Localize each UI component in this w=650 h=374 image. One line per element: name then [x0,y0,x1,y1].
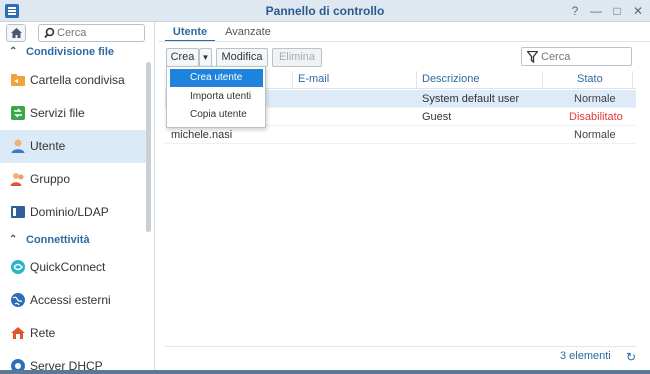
file-services-icon [11,106,25,120]
sidebar-search-input[interactable] [57,26,142,40]
globe-icon [11,293,25,307]
sidebar-search[interactable] [38,24,145,42]
delete-button[interactable]: Elimina [272,48,322,67]
sidebar-item-label: Accessi esterni [30,293,111,307]
search-icon [44,27,55,39]
section-file-sharing[interactable]: ⌃ Condivisione file [0,42,148,62]
column-separator [632,71,633,89]
menu-item-import-users[interactable]: Importa utenti [170,88,263,106]
tab-advanced[interactable]: Avanzate [223,22,273,42]
sidebar-item-label: QuickConnect [30,260,106,274]
refresh-icon[interactable]: ↻ [626,350,636,364]
sidebar-item-shared-folder[interactable]: Cartella condivisa [0,64,146,97]
sidebar-item-file-services[interactable]: Servizi file [0,97,146,130]
home-button[interactable] [6,24,26,42]
maximize-icon[interactable]: □ [609,3,625,19]
tab-divider [158,41,650,42]
help-icon[interactable]: ? [567,3,583,19]
menu-item-create-user[interactable]: Crea utente [170,69,263,87]
create-dropdown-button[interactable]: ▼ [199,48,212,67]
column-separator [416,71,417,89]
cell-description: System default user [422,93,520,105]
table-row[interactable]: michele.nasi Normale [165,126,636,144]
cell-status: Normale [574,93,616,105]
cell-status: Normale [574,129,616,141]
section-connectivity[interactable]: ⌃ Connettività [0,230,148,250]
chevron-up-icon: ⌃ [9,234,18,245]
sidebar: ⌃ Condivisione file Cartella condivisa S… [0,22,155,374]
sidebar-item-user[interactable]: Utente [0,130,146,163]
sidebar-item-quickconnect[interactable]: QuickConnect [0,251,146,284]
column-email[interactable]: E-mail [298,73,329,85]
column-status[interactable]: Stato [577,73,603,85]
section-label: Condivisione file [26,46,115,58]
footer-divider [165,346,636,347]
group-icon [10,173,24,186]
cell-status: Disabilitato [569,111,623,123]
chevron-up-icon: ⌃ [9,46,18,57]
window-title: Pannello di controllo [265,4,385,18]
caret-down-icon: ▼ [201,53,210,62]
bottom-bar [0,370,650,374]
column-separator [542,71,543,89]
filter-search[interactable] [521,47,632,66]
sidebar-item-domain-ldap[interactable]: Dominio/LDAP [0,196,146,229]
folder-share-icon [11,74,25,86]
sidebar-item-group[interactable]: Gruppo [0,163,146,196]
close-icon[interactable]: ✕ [630,3,646,19]
sidebar-item-network[interactable]: Rete [0,317,146,350]
sidebar-item-label: Rete [30,326,56,340]
sidebar-item-label: Utente [30,139,66,153]
cell-description: Guest [422,111,452,123]
filter-search-input[interactable] [541,50,629,64]
user-icon [11,139,25,153]
sidebar-item-label: Servizi file [30,106,85,120]
quickconnect-icon [11,260,25,274]
sidebar-scrollbar[interactable] [146,62,151,232]
column-separator [292,71,293,89]
menu-item-copy-user[interactable]: Copia utente [170,106,263,124]
section-label: Connettività [26,234,90,246]
sidebar-item-label: Gruppo [30,172,71,186]
sidebar-item-external-access[interactable]: Accessi esterni [0,284,146,317]
edit-button[interactable]: Modifica [216,48,268,67]
pin-icon[interactable]: — [588,3,604,19]
item-count: 3 elementi [560,350,611,362]
sidebar-item-label: Dominio/LDAP [30,205,109,219]
filter-icon [527,51,538,63]
title-bar: Pannello di controllo ? — □ ✕ [0,0,650,22]
create-button[interactable]: Crea [166,48,199,67]
home-icon [11,28,22,38]
cell-name: michele.nasi [171,129,233,141]
tab-user[interactable]: Utente [165,22,215,42]
create-menu: Crea utente Importa utenti Copia utente [166,66,266,128]
sidebar-item-label: Cartella condivisa [30,73,125,87]
network-icon [11,327,25,339]
domain-icon [11,206,25,218]
column-description[interactable]: Descrizione [422,73,479,85]
